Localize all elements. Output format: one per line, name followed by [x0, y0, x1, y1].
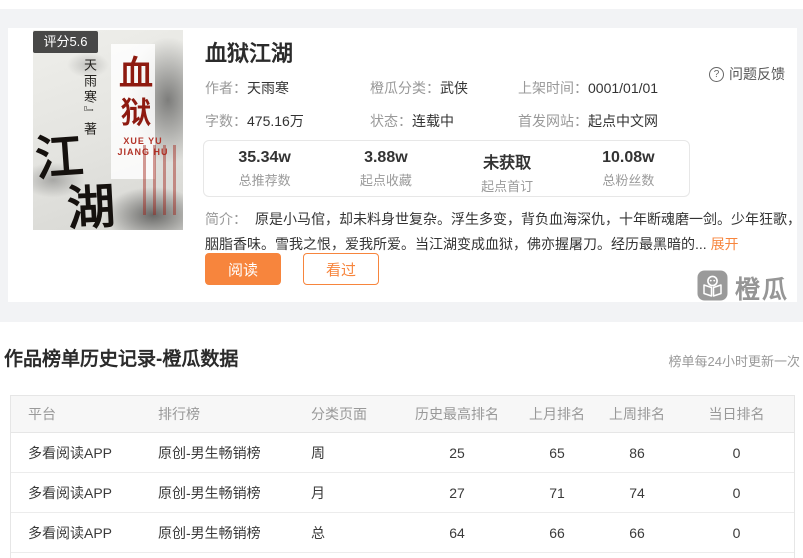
cell-board: 原创-男生畅销榜	[158, 524, 261, 541]
book-intro: 简介： 原是小马倌，却未料身世复杂。浮生多变，背负血海深仇，十年断魂磨一剑。少年狂…	[205, 207, 801, 257]
stats-box: 35.34w 总推荐数 3.88w 起点收藏 未获取 起点首订 10.08w 总…	[203, 140, 690, 197]
top-page-strip	[0, 0, 803, 9]
stat-total-recommend: 35.34w 总推荐数	[238, 149, 291, 188]
meta-row-1: 作者：天雨寒 橙瓜分类：武侠 上架时间：0001/01/01	[205, 78, 785, 98]
header-last-month: 上月排名	[529, 406, 585, 422]
table-row: 多看阅读APP 原创-男生畅销榜 周 25 65 86 0	[11, 433, 794, 473]
cell-platform: 多看阅读APP	[28, 484, 113, 501]
cell-best: 25	[449, 444, 465, 461]
chengua-watermark: 橙瓜	[697, 270, 789, 306]
book-cover-image: 天雨寒﹄著 血 狱 XUE YU JIANG HU 江 湖 评分5.6	[33, 30, 183, 230]
section-title: 作品榜单历史记录-橙瓜数据	[4, 349, 239, 370]
cell-today: 0	[732, 444, 741, 461]
cell-last-month: 71	[549, 484, 565, 501]
rating-badge: 评分5.6	[33, 31, 98, 53]
intro-label: 简介：	[205, 211, 247, 227]
cell-platform: 多看阅读APP	[28, 444, 113, 461]
seen-button[interactable]: 看过	[303, 253, 379, 285]
book-title: 血狱江湖	[205, 41, 294, 66]
ranking-table: 平台 排行榜 分类页面 历史最高排名 上月排名 上周排名 当日排名 多看阅读AP…	[10, 395, 795, 558]
meta-first-site: 首发网站：起点中文网	[518, 113, 658, 129]
stat-total-fans: 10.08w 总粉丝数	[602, 149, 655, 188]
cell-last-month: 66	[549, 524, 565, 541]
cover-char-yu: 狱	[121, 96, 151, 131]
cell-last-month: 65	[549, 444, 565, 461]
cell-board: 原创-男生畅销榜	[158, 444, 261, 461]
cell-best: 27	[449, 484, 465, 501]
header-last-week: 上周排名	[609, 406, 665, 422]
table-header-row: 平台 排行榜 分类页面 历史最高排名 上月排名 上周排名 当日排名	[11, 396, 794, 433]
cell-today: 0	[732, 524, 741, 541]
cover-char-hu: 湖	[65, 178, 117, 230]
cover-author-vertical-text: 天雨寒﹄著	[81, 58, 96, 138]
meta-row-2: 字数：475.16万 状态：连载中 首发网站：起点中文网	[205, 111, 785, 131]
cell-today: 0	[732, 484, 741, 501]
ranking-history-card: 作品榜单历史记录-橙瓜数据 榜单每24小时更新一次 平台 排行榜 分类页面 历史…	[0, 322, 803, 558]
header-best-rank: 历史最高排名	[415, 406, 499, 422]
cover-seal-marks	[143, 145, 177, 215]
meta-author: 作者：天雨寒	[205, 80, 289, 96]
table-row: 多看阅读APP 原创-男生畅销榜 月 27 71 74 0	[11, 473, 794, 513]
meta-category: 橙瓜分类：武侠	[370, 80, 468, 96]
meta-word-count: 字数：475.16万	[205, 113, 304, 129]
chengua-logo-icon	[697, 270, 728, 306]
cell-best: 64	[449, 524, 465, 541]
read-button[interactable]: 阅读	[205, 253, 281, 285]
header-board: 排行榜	[158, 406, 200, 422]
cell-last-week: 74	[629, 484, 645, 501]
cell-page: 周	[311, 444, 325, 461]
header-platform: 平台	[28, 406, 56, 422]
expand-link[interactable]: 展开	[711, 236, 739, 252]
update-note: 榜单每24小时更新一次	[668, 354, 800, 369]
book-info-card: 天雨寒﹄著 血 狱 XUE YU JIANG HU 江 湖 评分5.6 血狱江湖…	[8, 28, 801, 304]
table-row: 多看阅读APP 原创-男生畅销榜 总 64 66 66 0	[11, 513, 794, 553]
cell-last-week: 66	[629, 524, 645, 541]
table-row-partial	[11, 553, 794, 558]
cell-page: 总	[311, 524, 325, 541]
cell-board: 原创-男生畅销榜	[158, 484, 261, 501]
stat-qidian-first-order: 未获取 起点首订	[481, 155, 534, 194]
cell-page: 月	[311, 484, 325, 501]
meta-status: 状态：连载中	[370, 113, 454, 129]
header-today: 当日排名	[708, 406, 765, 422]
cell-last-week: 86	[629, 444, 645, 461]
header-page: 分类页面	[311, 406, 367, 422]
chengua-logo-text: 橙瓜	[734, 276, 789, 304]
meta-launch-date: 上架时间：0001/01/01	[518, 80, 659, 96]
stat-qidian-collect: 3.88w 起点收藏	[359, 149, 412, 188]
cell-platform: 多看阅读APP	[28, 524, 113, 541]
